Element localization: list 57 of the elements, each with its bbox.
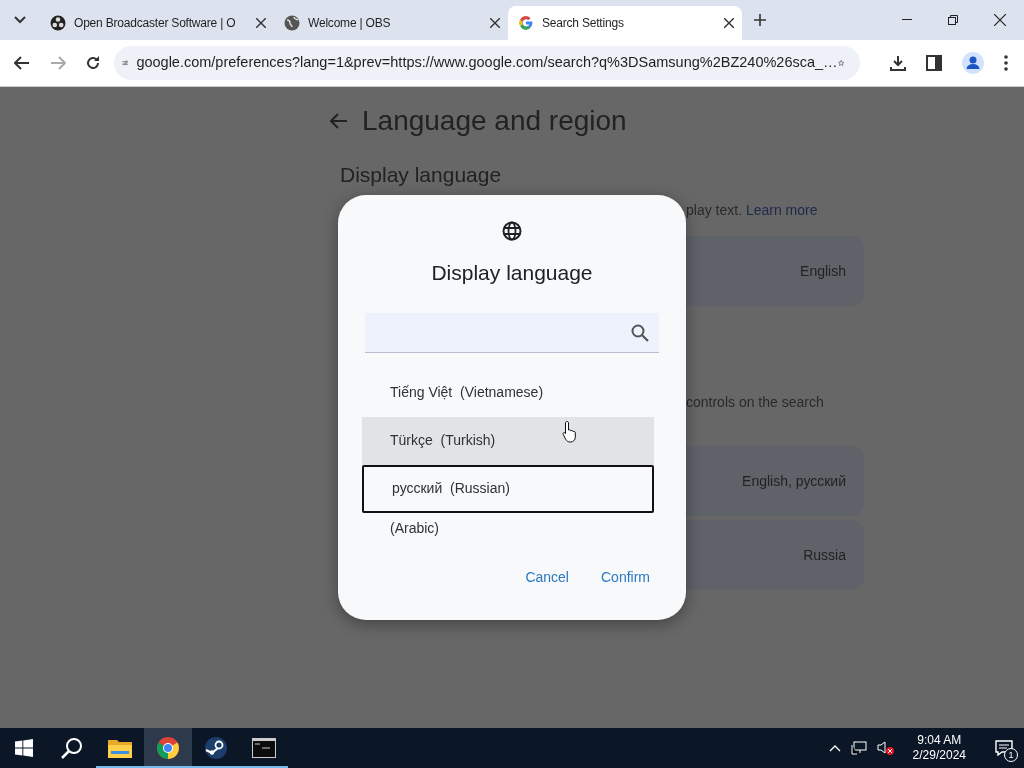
close-tab-icon[interactable] bbox=[256, 18, 266, 28]
setting-value: English bbox=[800, 261, 846, 281]
setting-value: Russia bbox=[803, 545, 846, 565]
reload-icon[interactable] bbox=[86, 56, 100, 70]
obs-logo-icon bbox=[50, 15, 66, 31]
start-icon[interactable] bbox=[15, 739, 33, 757]
language-option[interactable]: (Arabic) bbox=[362, 512, 654, 545]
globe-icon bbox=[284, 15, 300, 31]
folder-icon[interactable] bbox=[108, 738, 132, 758]
close-tab-icon[interactable] bbox=[724, 18, 734, 28]
close-icon[interactable] bbox=[994, 14, 1006, 26]
muted-speaker-icon[interactable] bbox=[876, 740, 895, 756]
google-logo-icon bbox=[518, 15, 534, 31]
chrome-icon[interactable] bbox=[156, 736, 180, 760]
back-arrow-icon[interactable] bbox=[330, 113, 348, 129]
dialog-button[interactable]: Confirm bbox=[593, 560, 658, 594]
tab-title: Search Settings bbox=[542, 15, 625, 32]
address-bar[interactable]: google.com/preferences?lang=1&prev=https://www.google.com/search?q%3DSamsung%2BZ240%26sca_… bbox=[114, 46, 860, 80]
dialog-button[interactable]: Cancel bbox=[517, 560, 577, 594]
page-title: Language and region bbox=[362, 104, 627, 138]
language-option[interactable]: Türkçe (Turkish) bbox=[362, 416, 654, 465]
menu-icon[interactable] bbox=[1004, 55, 1008, 71]
close-tab-icon[interactable] bbox=[490, 18, 500, 28]
browser-tab[interactable]: Search Settings bbox=[508, 6, 742, 40]
notification-icon[interactable] bbox=[995, 740, 1013, 756]
search-field[interactable] bbox=[365, 312, 659, 353]
notification-count: 1 bbox=[1004, 748, 1018, 762]
steam-icon[interactable] bbox=[204, 736, 228, 760]
terminal-icon[interactable] bbox=[252, 738, 276, 758]
network-icon[interactable] bbox=[850, 741, 867, 755]
side-panel-icon[interactable] bbox=[926, 55, 942, 71]
back-icon[interactable] bbox=[14, 56, 30, 70]
profile-icon[interactable] bbox=[962, 52, 984, 74]
language-option[interactable]: Tiếng Việt (Vietnamese) bbox=[362, 368, 654, 417]
language-option[interactable]: русский (Russian) bbox=[362, 464, 654, 513]
chevron-up-icon[interactable] bbox=[828, 744, 841, 752]
hand-cursor-icon bbox=[562, 420, 578, 444]
url-text: google.com/preferences?lang=1&prev=https://www.google.com/search?q%3DSamsung%2BZ240%26sca_… bbox=[136, 53, 838, 73]
setting-value: English, русский bbox=[742, 471, 846, 491]
globe-icon bbox=[502, 221, 522, 241]
tab-list-icon[interactable] bbox=[14, 16, 26, 24]
tab-title: Open Broadcaster Software | O bbox=[74, 15, 237, 32]
description-text: controls on the search bbox=[686, 394, 824, 410]
description-text: play text. bbox=[686, 202, 743, 218]
search-icon bbox=[631, 323, 649, 342]
minimize-icon[interactable] bbox=[902, 19, 912, 21]
download-icon[interactable] bbox=[890, 55, 906, 71]
tab-title: Welcome | OBS bbox=[308, 15, 392, 32]
browser-tab[interactable]: Welcome | OBS bbox=[274, 6, 508, 40]
restore-icon[interactable] bbox=[948, 15, 958, 25]
clock-date[interactable]: 2/29/2024 bbox=[912, 748, 966, 763]
dialog-title: Display language bbox=[431, 260, 593, 286]
search-icon[interactable] bbox=[61, 737, 83, 759]
clock-time[interactable]: 9:04 AM bbox=[917, 733, 962, 748]
new-tab-icon[interactable] bbox=[754, 14, 766, 26]
section-heading: Display language bbox=[340, 163, 502, 186]
browser-tab[interactable]: Open Broadcaster Software | O bbox=[40, 6, 274, 40]
